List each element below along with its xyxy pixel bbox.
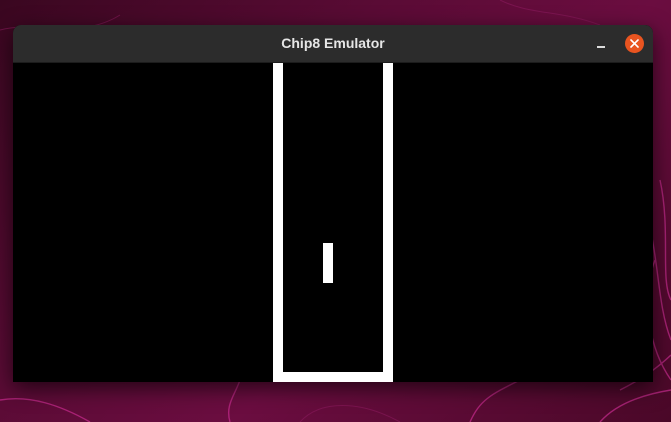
- court-left-wall: [273, 63, 283, 382]
- minimize-button[interactable]: [593, 35, 610, 52]
- game-sprite: [323, 243, 333, 283]
- chip8-display: [13, 63, 653, 382]
- court-bottom-wall: [273, 372, 393, 382]
- window-title: Chip8 Emulator: [281, 35, 385, 51]
- window-titlebar[interactable]: Chip8 Emulator: [13, 25, 653, 63]
- close-icon: [630, 39, 639, 48]
- emulator-window: Chip8 Emulator: [13, 25, 653, 382]
- close-button[interactable]: [625, 34, 644, 53]
- court-right-wall: [383, 63, 393, 382]
